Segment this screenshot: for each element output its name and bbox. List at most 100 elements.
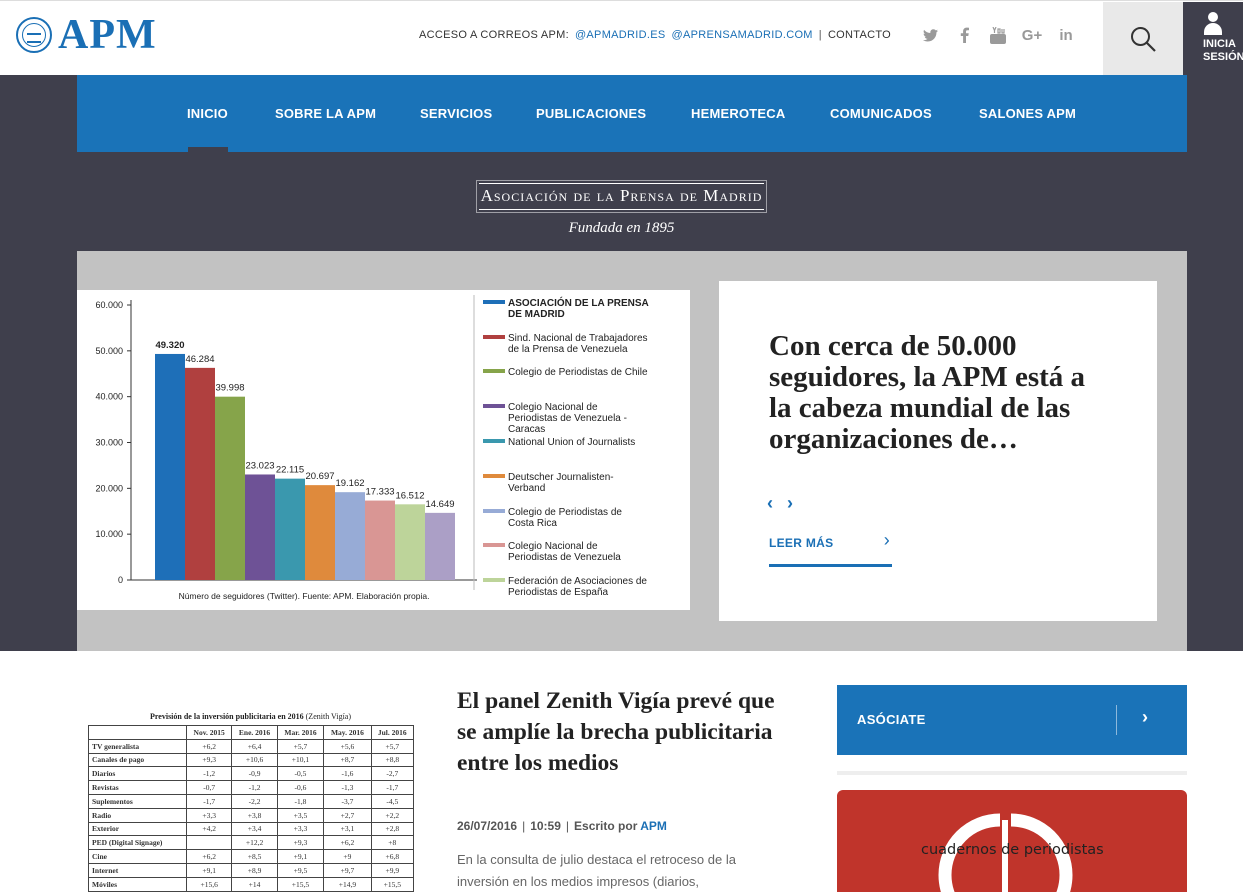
linkedin-icon[interactable]: in [1056,25,1076,45]
table-cell: -1,7 [185,793,233,809]
table-cell: +6,8 [370,849,415,864]
legend-label: National Union of Journalists [508,437,635,448]
table-cell: +12,2 [231,835,278,851]
apm-seal-icon [16,17,52,53]
table-cell: +15,5 [276,876,325,892]
chart-bar [155,353,185,580]
table-cell: +5,6 [323,738,372,754]
legend-label: Caracas [508,424,545,435]
table-cell: -0,7 [185,780,233,795]
investment-table: Nov. 2015 Ene. 2016 Mar. 2016 May. 2016 Jul.… [88,725,415,892]
table-cell: +3,3 [185,807,233,823]
table-header: Jul. 2016 [370,725,415,740]
chevron-right-icon: › [1142,707,1148,727]
table-cell: -1,2 [185,766,233,782]
table-cell: +5,7 [370,738,415,754]
twitter-icon[interactable] [920,25,940,45]
article-author-link[interactable]: APM [640,819,667,833]
table-cell: +2,8 [370,821,415,837]
y-tick-label: 50.000 [95,346,123,356]
table-cell: +10,1 [276,752,325,768]
chart-bar [185,367,215,580]
legend-label: Periodistas de Venezuela [508,552,621,563]
table-cell: -1,7 [370,780,415,795]
read-more-link[interactable]: LEER MÁS › [769,530,892,567]
table-cell: +6,2 [185,738,233,754]
cuadernos-logo-icon [938,813,1073,892]
table-cell: +3,1 [323,821,372,837]
table-cell: +9,3 [185,752,233,768]
chart-bar [365,500,395,580]
legend-label: Colegio de Periodistas de [508,507,622,518]
y-tick-label: 10.000 [95,529,123,539]
legend-swatch [483,509,505,513]
nav-item-salones-apm[interactable]: SALONES APM [979,106,1076,121]
table-cell: +14 [231,876,278,892]
nav-item-comunicados[interactable]: COMUNICADOS [830,106,932,121]
article-excerpt: En la consulta de julio destaca el retro… [457,852,736,889]
table-header: May. 2016 [323,725,372,740]
table-cell: -3,7 [323,793,372,809]
slide-title[interactable]: Con cerca de 50.000 seguidores, la APM e… [769,331,1109,455]
row-label: PED (Digital Signage) [88,835,187,851]
user-icon [1203,12,1223,36]
slide-image-chart[interactable]: 0 10.000 20.000 30.000 40.000 50.000 60.000 49.… [77,290,690,610]
mail-link-aprensamadrid[interactable]: @APRENSAMADRID.COM [672,29,813,41]
row-label: Móviles [88,876,187,892]
google-plus-icon[interactable]: G+ [1022,25,1042,45]
youtube-icon[interactable] [988,25,1008,45]
apm-logo[interactable]: APM [16,14,157,56]
table-header: Mar. 2016 [276,725,325,740]
row-label: Revistas [88,780,187,795]
article-title[interactable]: El panel Zenith Vigía prevé que se amplí… [457,686,797,779]
prev-slide-icon[interactable]: ‹ [767,493,773,514]
chevron-right-icon: › [883,530,890,550]
data-label: 49.320 [155,340,184,351]
row-label: Radio [88,807,187,823]
nav-item-publicaciones[interactable]: PUBLICACIONES [536,106,646,121]
table-cell: -1,8 [276,793,325,809]
table-cell: -0,9 [231,766,278,782]
data-label: 39.998 [215,383,244,394]
table-cell: +15,6 [185,876,233,892]
nav-item-hemeroteca[interactable]: HEMEROTECA [691,106,785,121]
read-more-label: LEER MÁS [769,536,834,550]
article-thumbnail[interactable]: Previsión de la inversión publicitaria e… [84,708,417,892]
legend-swatch [483,404,505,408]
table-row: TV generalista +6,2 +6,4 +5,7 +5,6 +5,7 [88,738,415,754]
join-button[interactable]: ASÓCIATE › [837,685,1187,755]
table-cell: +5,7 [276,738,325,754]
table-row: Radio +3,3 +3,8 +3,5 +2,7 +2,2 [88,807,415,823]
legend-swatch [483,578,505,582]
login-button[interactable]: INICIA SESIÓN [1183,2,1243,76]
nav-item-inicio[interactable]: INICIO [187,106,228,121]
cuadernos-banner[interactable]: cuadernos de periodistas [837,790,1187,892]
mail-link-apmadrid[interactable]: @APMADRID.ES [575,29,666,41]
nav-item-sobre-la-apm[interactable]: SOBRE LA APM [275,106,376,121]
table-cell: +15,5 [370,876,415,892]
table-cell: +8,8 [370,752,415,768]
row-label: Cine [88,849,187,864]
nav-item-servicios[interactable]: SERVICIOS [420,106,492,121]
search-button[interactable] [1103,2,1183,76]
facebook-icon[interactable] [954,25,974,45]
table-row: Suplementos -1,7 -2,2 -1,8 -3,7 -4,5 [88,793,415,809]
table-row: Revistas -0,7 -1,2 -0,6 -1,3 -1,7 [88,780,415,795]
table-corner [88,725,187,740]
data-label: 14.649 [425,499,454,510]
mail-label: ACCESO A CORREOS APM: [419,29,569,41]
search-icon [1131,27,1156,52]
legend-label: Sind. Nacional de Trabajadores [508,333,648,344]
table-cell: +8,9 [231,862,278,878]
next-slide-icon[interactable]: › [787,493,793,514]
legend-swatch [483,439,505,443]
main-nav: INICIO SOBRE LA APM SERVICIOS PUBLICACIO… [77,75,1187,152]
contact-link[interactable]: CONTACTO [828,29,891,41]
table-cell: +8,5 [231,849,278,864]
social-links: G+ in [920,25,1076,45]
table-cell: +3,8 [231,807,278,823]
table-cell: +6,2 [323,835,372,851]
legend-label: Colegio Nacional de [508,402,598,413]
table-row: Cine +6,2 +8,5 +9,1 +9 +6,8 [88,849,415,864]
masthead: Asociación de la Prensa de Madrid Fundad… [0,180,1243,237]
